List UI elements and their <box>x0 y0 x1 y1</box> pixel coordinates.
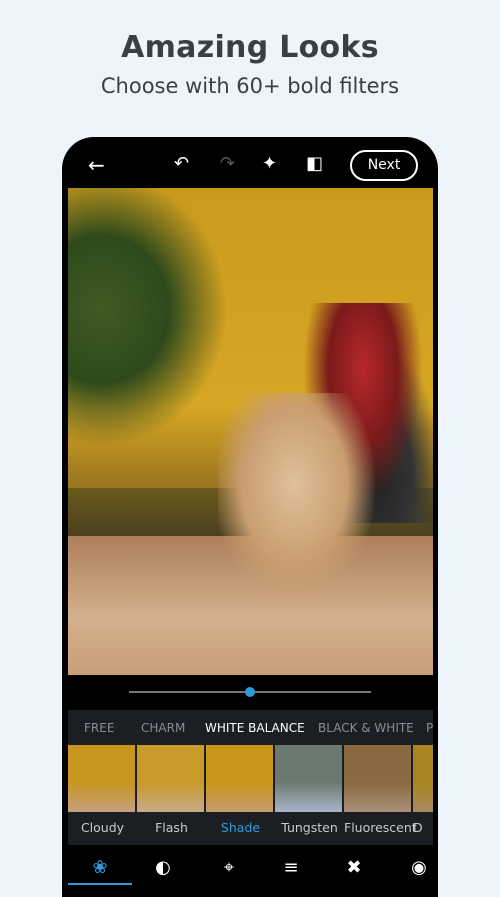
back-arrow-icon[interactable]: ← <box>88 153 105 177</box>
filter-thumb-shade[interactable] <box>206 745 273 812</box>
filter-label[interactable]: Shade <box>206 820 275 835</box>
filter-label[interactable]: D <box>413 820 433 835</box>
page-title: Amazing Looks <box>121 30 379 65</box>
adjust-icon[interactable]: ≡ <box>276 857 306 878</box>
filter-thumb-flash[interactable] <box>137 745 204 812</box>
compare-icon[interactable]: ◧ <box>306 153 323 174</box>
active-tab-underline <box>68 883 132 885</box>
magic-wand-icon[interactable]: ✦ <box>262 153 277 174</box>
crop-icon[interactable]: ⌖ <box>214 857 244 878</box>
phone-screen: ← ↶ ↷ ✦ ◧ Next FREE CHARM WHITE BALANCE … <box>62 137 438 897</box>
filter-panel: FREE CHARM WHITE BALANCE BLACK & WHITE P… <box>68 710 433 845</box>
tab-black-white[interactable]: BLACK & WHITE <box>318 721 414 735</box>
filter-thumb-cloudy[interactable] <box>68 745 135 812</box>
filter-label[interactable]: Flash <box>137 820 206 835</box>
filter-thumb-fluorescent[interactable] <box>344 745 411 812</box>
intensity-slider[interactable] <box>129 687 371 697</box>
tab-white-balance[interactable]: WHITE BALANCE <box>205 721 305 735</box>
filter-thumb-tungsten[interactable] <box>275 745 342 812</box>
heal-icon[interactable]: ✖ <box>339 857 369 878</box>
tab-charm[interactable]: CHARM <box>141 721 185 735</box>
filter-thumb-d[interactable] <box>413 745 433 812</box>
filter-label[interactable]: Cloudy <box>68 820 137 835</box>
looks-icon[interactable]: ❀ <box>85 857 115 878</box>
photo-preview <box>68 188 433 675</box>
page-subtitle: Choose with 60+ bold filters <box>100 74 400 98</box>
undo-icon[interactable]: ↶ <box>174 153 189 174</box>
slider-knob[interactable] <box>245 687 255 697</box>
next-button[interactable]: Next <box>350 150 418 181</box>
tab-more[interactable]: P <box>426 721 433 735</box>
filter-label[interactable]: Tungsten <box>275 820 344 835</box>
filter-label[interactable]: Fluorescent <box>344 820 417 835</box>
blend-icon[interactable]: ◐ <box>148 857 178 878</box>
redo-icon[interactable]: ↷ <box>220 153 235 174</box>
eye-icon[interactable]: ◉ <box>404 857 434 878</box>
tab-free[interactable]: FREE <box>84 721 114 735</box>
